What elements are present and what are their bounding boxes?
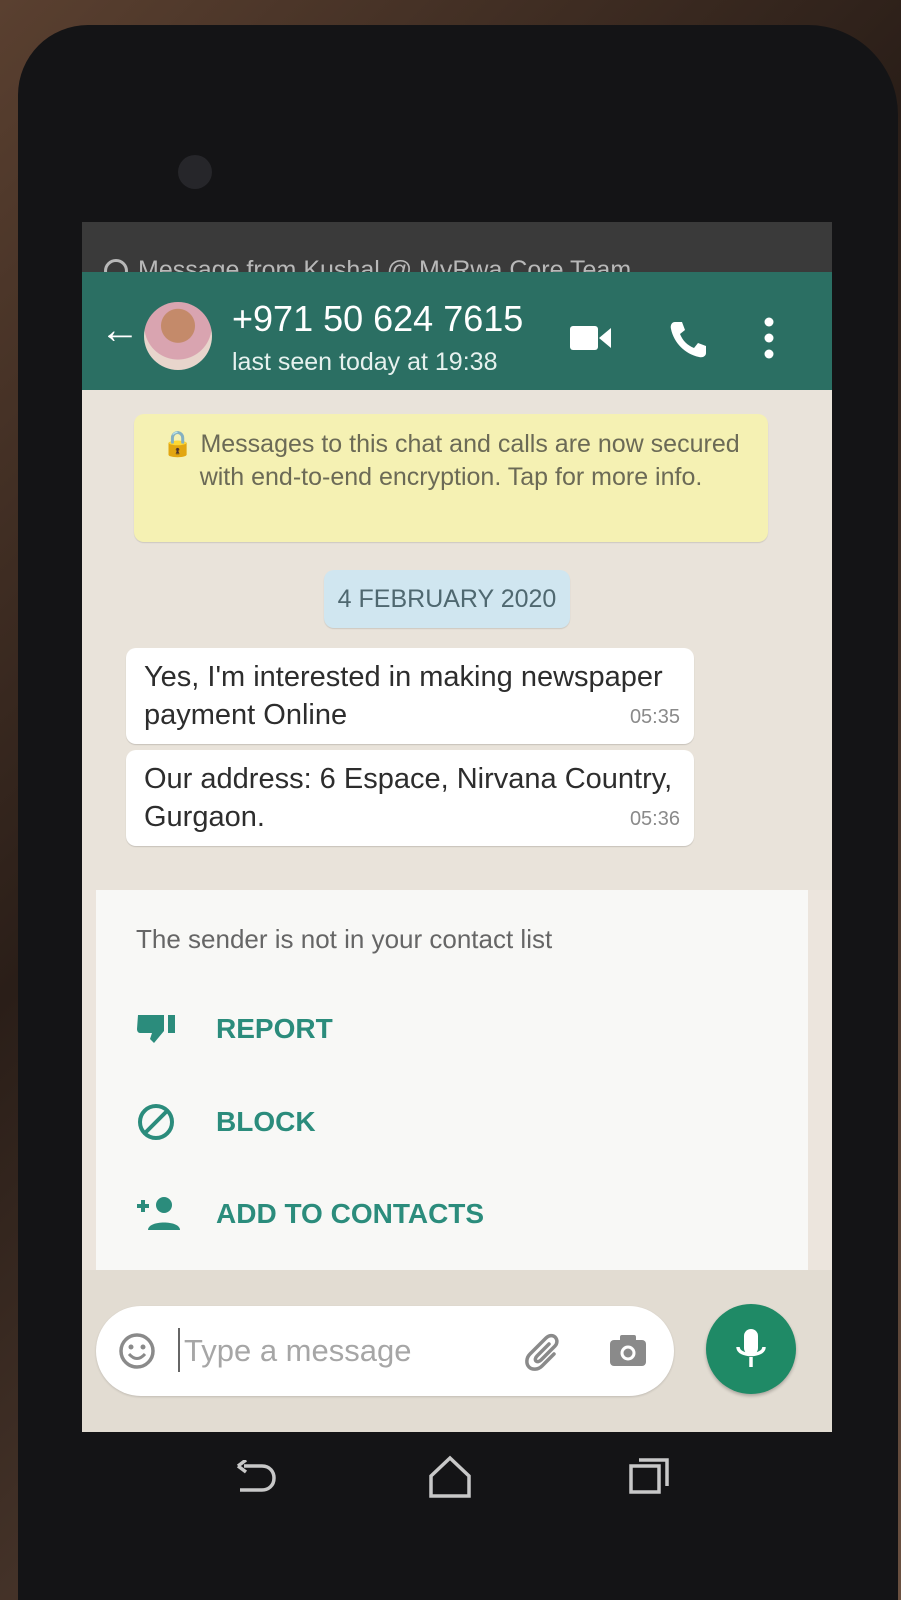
nav-back-icon[interactable] [232,1460,278,1498]
phone-call-icon[interactable] [667,318,709,360]
block-label: BLOCK [216,1106,316,1137]
message-text: Yes, I'm interested in making newspaper … [144,661,663,731]
text-cursor [178,1328,180,1372]
chat-header: ← +971 50 624 7615 last seen today at 19… [82,272,832,390]
block-icon [138,1104,174,1140]
chat-area: 🔒 Messages to this chat and calls are no… [82,390,832,890]
encryption-notice[interactable]: 🔒 Messages to this chat and calls are no… [134,414,768,542]
add-to-contacts-button[interactable]: ADD TO CONTACTS [136,1190,736,1240]
message-time: 05:35 [629,706,680,728]
avatar[interactable] [144,302,212,370]
back-arrow-icon[interactable]: ← [100,310,140,350]
nav-home-icon[interactable] [427,1454,473,1500]
thumbs-down-icon [137,1015,175,1043]
nav-recent-apps-icon[interactable] [627,1456,671,1496]
front-camera [178,155,212,189]
message-time: 05:36 [629,808,680,830]
message-bubble[interactable]: Our address: 6 Espace, Nirvana Country, … [126,750,694,846]
message-text: Our address: 6 Espace, Nirvana Country, … [144,763,673,833]
video-call-icon[interactable] [570,322,612,354]
add-contact-icon [137,1197,180,1230]
message-bubble[interactable]: Yes, I'm interested in making newspaper … [126,648,694,744]
report-button[interactable]: REPORT [136,1005,736,1055]
message-input[interactable] [182,1326,506,1376]
contact-name[interactable]: +971 50 624 7615 [232,298,523,340]
date-chip: 4 FEBRUARY 2020 [324,570,570,628]
last-seen-status: last seen today at 19:38 [232,348,498,376]
input-bar [82,1270,832,1432]
attach-icon[interactable] [524,1332,566,1374]
microphone-icon [736,1329,766,1367]
camera-icon[interactable] [608,1332,648,1368]
voice-message-button[interactable] [706,1304,796,1394]
unknown-sender-panel: The sender is not in your contact list R… [96,890,808,1270]
unknown-sender-notice: The sender is not in your contact list [136,924,553,954]
block-button[interactable]: BLOCK [136,1098,736,1148]
message-input-container [96,1306,674,1396]
more-options-icon[interactable] [764,316,774,360]
add-to-contacts-label: ADD TO CONTACTS [216,1198,485,1229]
android-nav-bar [82,1432,832,1542]
report-label: REPORT [216,1013,333,1044]
phone-screen: Message from Kushal @ MyRwa Core Team ← … [82,222,832,1432]
emoji-icon[interactable] [118,1332,156,1370]
